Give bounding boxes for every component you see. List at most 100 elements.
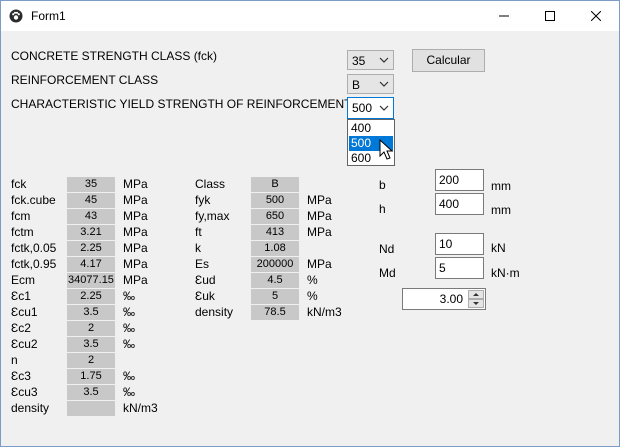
steel-prop-value: 413 [251, 225, 299, 240]
concrete-prop-value [67, 401, 115, 416]
concrete-prop-label: fcm [11, 209, 31, 223]
concrete-prop-unit: MPa [123, 193, 148, 207]
concrete-prop-unit: MPa [123, 177, 148, 191]
fyk-combo[interactable]: 500 [347, 97, 394, 119]
concrete-prop-label: fck [11, 177, 27, 191]
concrete-prop-value: 4.17 [67, 257, 115, 272]
spin-down-button[interactable] [468, 299, 484, 308]
concrete-prop-label: n [11, 353, 18, 367]
steel-prop-unit: MPa [307, 225, 332, 239]
h-input[interactable]: 400 [435, 193, 484, 215]
numeric-updown[interactable]: 3.00 [402, 288, 486, 310]
concrete-prop-label: fck.cube [11, 193, 56, 207]
b-input[interactable]: 200 [435, 169, 484, 191]
minimize-icon [499, 15, 509, 17]
fyk-value: 500 [352, 101, 373, 115]
concrete-prop-label: density [11, 401, 50, 415]
concrete-class-value: 35 [352, 54, 366, 68]
md-input[interactable]: 5 [435, 257, 484, 279]
concrete-prop-unit: MPa [123, 257, 148, 271]
concrete-prop-unit: ‰ [123, 385, 135, 399]
app-icon [9, 9, 23, 23]
concrete-prop-unit: ‰ [123, 369, 135, 383]
md-label: Md [379, 266, 396, 280]
concrete-prop-unit: MPa [123, 225, 148, 239]
steel-prop-label: density [195, 305, 234, 319]
concrete-class-label: CONCRETE STRENGTH CLASS (fck) [11, 49, 218, 63]
steel-prop-value: 200000 [251, 257, 299, 272]
steel-prop-label: Ɛuk [195, 289, 215, 303]
concrete-prop-value: 3.5 [67, 337, 115, 352]
concrete-prop-unit: ‰ [123, 337, 135, 351]
concrete-prop-label: Ɛc2 [11, 321, 31, 335]
chevron-down-icon [379, 81, 389, 87]
concrete-prop-unit: ‰ [123, 305, 135, 319]
maximize-icon [545, 11, 555, 21]
concrete-prop-value: 2.25 [67, 241, 115, 256]
md-unit: kN·m [491, 266, 520, 280]
concrete-class-combo[interactable]: 35 [347, 50, 394, 70]
steel-prop-unit: kN/m3 [307, 305, 342, 319]
chevron-down-icon [379, 57, 389, 63]
concrete-prop-unit: ‰ [123, 321, 135, 335]
mouse-pointer-icon [379, 139, 394, 160]
concrete-prop-label: fctk,0.05 [11, 241, 57, 255]
steel-prop-value: 1.08 [251, 241, 299, 256]
steel-prop-value: 4.5 [251, 273, 299, 288]
steel-prop-unit: MPa [307, 257, 332, 271]
concrete-prop-label: fctk,0.95 [11, 257, 57, 271]
b-label: b [379, 178, 386, 192]
concrete-prop-unit: kN/m3 [123, 401, 158, 415]
window-title: Form1 [31, 9, 66, 23]
steel-prop-unit: % [307, 273, 318, 287]
reinforcement-class-combo[interactable]: B [347, 74, 394, 94]
concrete-prop-value: 2 [67, 321, 115, 336]
steel-prop-label: Class [195, 177, 226, 191]
calculate-button[interactable]: Calcular [412, 49, 485, 72]
steel-prop-value: 78.5 [251, 305, 299, 320]
concrete-prop-value: 2 [67, 353, 115, 368]
concrete-prop-unit: MPa [123, 273, 148, 287]
minimize-button[interactable] [481, 1, 527, 31]
spin-buttons [468, 290, 484, 308]
close-icon [591, 11, 601, 21]
concrete-prop-value: 1.75 [67, 369, 115, 384]
reinforcement-class-value: B [352, 78, 361, 92]
steel-prop-label: ft [195, 225, 202, 239]
steel-prop-label: Ɛud [195, 273, 216, 287]
steel-prop-unit: MPa [307, 193, 332, 207]
fyk-option[interactable]: 400 [349, 121, 393, 136]
maximize-button[interactable] [527, 1, 573, 31]
concrete-prop-value: 35 [67, 177, 115, 192]
steel-prop-unit: MPa [307, 209, 332, 223]
spin-up-button[interactable] [468, 290, 484, 299]
title-bar[interactable]: Form1 [1, 1, 619, 31]
steel-prop-label: fy,max [195, 209, 230, 223]
concrete-prop-value: 3.5 [67, 305, 115, 320]
concrete-prop-unit: MPa [123, 241, 148, 255]
nd-unit: kN [491, 241, 506, 255]
concrete-prop-value: 43 [67, 209, 115, 224]
concrete-prop-value: 3.5 [67, 385, 115, 400]
steel-prop-label: fyk [195, 193, 211, 207]
form1-window: Form1 CONCRETE STRENGTH CLASS (fck) REIN… [0, 0, 620, 447]
numeric-updown-value: 3.00 [439, 292, 463, 306]
steel-prop-value: 650 [251, 209, 299, 224]
concrete-prop-label: Ɛc3 [11, 369, 31, 383]
close-button[interactable] [573, 1, 619, 31]
spin-up-icon [473, 293, 479, 296]
spin-down-icon [473, 302, 479, 305]
concrete-prop-label: Ɛcu2 [11, 337, 38, 351]
h-unit: mm [491, 203, 511, 217]
steel-prop-unit: % [307, 289, 318, 303]
reinforcement-class-label: REINFORCEMENT CLASS [11, 73, 159, 87]
steel-prop-value: 5 [251, 289, 299, 304]
concrete-prop-label: Ɛc1 [11, 289, 31, 303]
concrete-prop-label: Ɛcu3 [11, 385, 38, 399]
concrete-prop-unit: ‰ [123, 289, 135, 303]
concrete-prop-value: 45 [67, 193, 115, 208]
steel-prop-value: 500 [251, 193, 299, 208]
nd-input[interactable]: 10 [435, 233, 484, 255]
concrete-prop-label: fctm [11, 225, 34, 239]
concrete-prop-label: Ecm [11, 273, 35, 287]
